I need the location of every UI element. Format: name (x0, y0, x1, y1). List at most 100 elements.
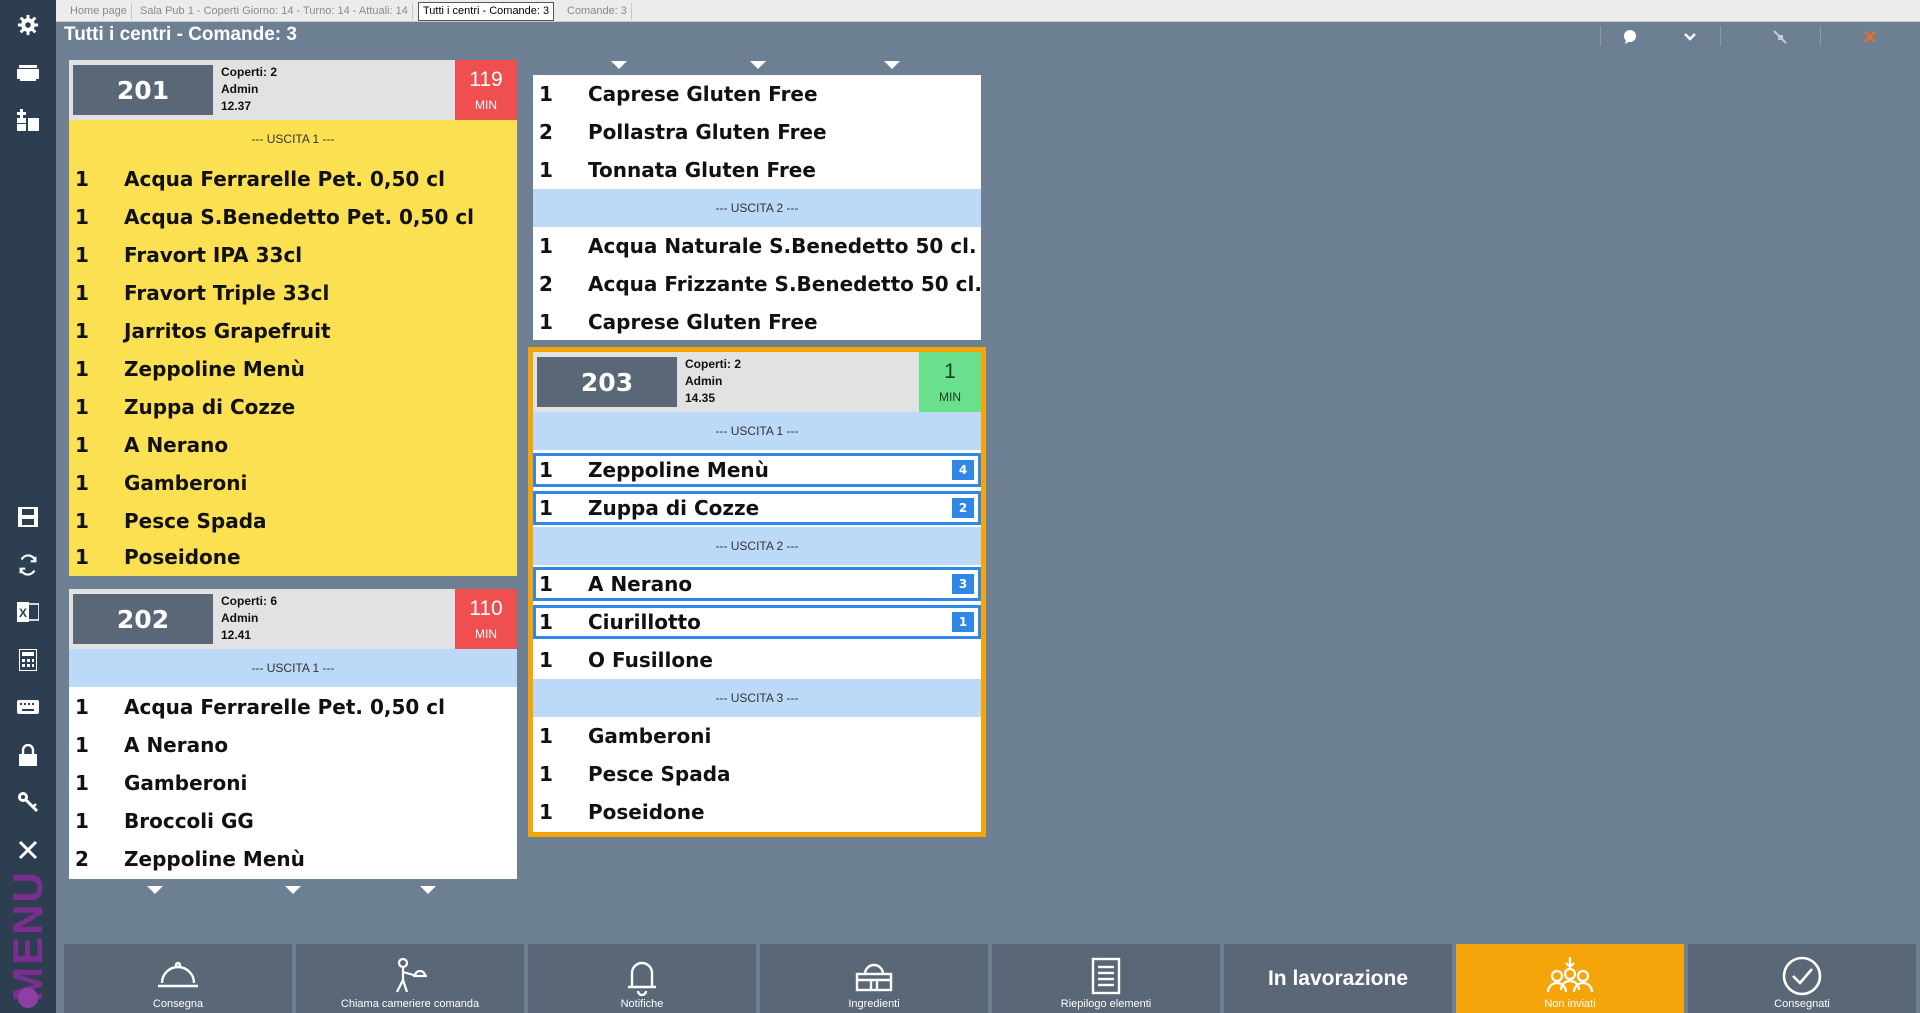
tab-home[interactable]: Home page (66, 3, 132, 20)
ingredienti-button[interactable]: Ingredienti (760, 944, 988, 1013)
ticket-header: 203 Coperti: 2 Admin 14.35 (533, 352, 919, 412)
tab-tutti-i-centri[interactable]: Tutti i centri - Comande: 3 (418, 2, 555, 21)
list-item[interactable]: 1 Caprese Gluten Free (533, 75, 981, 113)
uscita-header: --- USCITA 1 --- (533, 412, 981, 450)
ticket-202-continued[interactable]: 1 Caprese Gluten Free 2 Pollastra Gluten F… (533, 75, 982, 341)
list-item[interactable]: 1 A Nerano (69, 726, 517, 764)
tab-sala-pub[interactable]: Sala Pub 1 - Coperti Giorno: 14 - Turno:… (136, 3, 413, 20)
tab-comande[interactable]: Comande: 3 (563, 3, 632, 20)
item-name: Broccoli GG (124, 809, 254, 833)
list-item[interactable]: 1 Gamberoni (533, 717, 981, 755)
consegnati-button[interactable]: Consegnati (1688, 944, 1916, 1013)
item-name: Zuppa di Cozze (588, 496, 760, 520)
riepilogo-elementi-button[interactable]: Riepilogo elementi (992, 944, 1220, 1013)
list-item[interactable]: 2 Acqua Frizzante S.Benedetto 50 cl. (533, 265, 982, 303)
chevron-down-icon[interactable] (1670, 24, 1710, 50)
item-qty: 1 (75, 509, 89, 533)
item-name: Poseidone (124, 545, 241, 569)
save-icon[interactable] (0, 497, 56, 537)
count-badge: 4 (952, 460, 974, 480)
list-item[interactable]: 1 Pesce Spada (533, 755, 981, 793)
item-qty: 1 (539, 234, 553, 258)
dashboard-add-icon[interactable] (0, 100, 56, 140)
item-qty: 1 (75, 167, 89, 191)
refresh-icon[interactable] (0, 545, 56, 585)
list-item-selected[interactable]: 1 Zuppa di Cozze 2 (533, 491, 981, 525)
item-qty: 1 (75, 433, 89, 457)
item-name: Pesce Spada (588, 762, 731, 786)
scroll-up-arrow-icon[interactable] (611, 61, 627, 69)
list-item[interactable]: 1 Zeppoline Menù (69, 350, 517, 388)
item-qty: 1 (539, 496, 553, 520)
list-item[interactable]: 1 Acqua Ferrarelle Pet. 0,50 cl (69, 160, 517, 198)
chat-icon[interactable] (1610, 24, 1650, 50)
consegna-button[interactable]: Consegna (64, 944, 292, 1013)
list-item[interactable]: 1 Gamberoni (69, 464, 517, 502)
item-qty: 1 (75, 357, 89, 381)
list-item[interactable]: 2 Pollastra Gluten Free (533, 113, 981, 151)
list-item[interactable]: 1 Poseidone (69, 538, 517, 576)
scroll-down-arrow-icon[interactable] (420, 886, 436, 894)
lock-icon[interactable] (0, 735, 56, 775)
item-qty: 1 (75, 243, 89, 267)
button-label: Consegna (152, 998, 204, 1010)
list-item[interactable]: 1 Fravort Triple 33cl (69, 274, 517, 312)
item-name: Acqua Ferrarelle Pet. 0,50 cl (124, 167, 446, 191)
close-window-icon[interactable] (1850, 24, 1890, 50)
item-name: Poseidone (588, 800, 705, 824)
gear-icon[interactable] (0, 5, 56, 45)
list-item[interactable]: 1 Acqua Naturale S.Benedetto 50 cl. (533, 227, 981, 265)
list-item[interactable]: 1 Acqua S.Benedetto Pet. 0,50 cl (69, 198, 517, 236)
scroll-down-arrow-icon[interactable] (285, 886, 301, 894)
list-item-selected[interactable]: 1 Zeppoline Menù 4 (533, 453, 981, 487)
coperti: Coperti: 6 (221, 594, 278, 608)
list-item-selected[interactable]: 1 A Nerano 3 (533, 567, 981, 601)
button-label: Riepilogo elementi (1060, 998, 1152, 1010)
list-item-selected[interactable]: 1 Ciurillotto 1 (533, 605, 981, 639)
uscita-header: --- USCITA 2 --- (533, 189, 981, 227)
ticket-202[interactable]: 202 Coperti: 6 Admin 12.41 110 MIN --- U… (69, 589, 517, 879)
ticket-header: 202 Coperti: 6 Admin 12.41 (69, 589, 455, 649)
ticket-201[interactable]: 201 Coperti: 2 Admin 12.37 119 MIN --- U… (69, 60, 517, 576)
item-qty: 1 (75, 809, 89, 833)
item-qty: 2 (75, 847, 89, 871)
item-qty: 1 (75, 695, 89, 719)
disconnect-icon[interactable] (1760, 24, 1800, 50)
list-item[interactable]: 1 Acqua Ferrarelle Pet. 0,50 cl (69, 688, 517, 726)
calculator-icon[interactable] (0, 640, 56, 680)
list-item[interactable]: 1 Caprese Gluten Free (533, 303, 981, 341)
list-item[interactable]: 2 Zeppoline Menù (69, 840, 517, 878)
notifiche-button[interactable]: Notifiche (528, 944, 756, 1013)
button-label: Ingredienti (848, 998, 900, 1010)
scroll-up-arrow-icon[interactable] (750, 61, 766, 69)
list-item[interactable]: 1 Poseidone (533, 793, 981, 831)
chiama-cameriere-button[interactable]: Chiama cameriere comanda (296, 944, 524, 1013)
people-icon (1545, 954, 1595, 998)
item-qty: 1 (539, 572, 553, 596)
list-item[interactable]: 1 O Fusillone (533, 641, 981, 679)
ticket-203[interactable]: 203 Coperti: 2 Admin 14.35 1 MIN --- USC… (528, 347, 986, 837)
coperti: Coperti: 2 (685, 357, 742, 371)
keyboard-icon[interactable] (0, 687, 56, 727)
table-number: 201 (73, 65, 213, 115)
list-item[interactable]: 1 Pesce Spada (69, 502, 517, 540)
in-lavorazione-button[interactable]: In lavorazione (1224, 944, 1452, 1013)
item-name: O Fusillone (588, 648, 713, 672)
list-item[interactable]: 1 Broccoli GG (69, 802, 517, 840)
scroll-down-arrow-icon[interactable] (147, 886, 163, 894)
menu-label[interactable]: MENU (4, 866, 51, 1006)
list-item[interactable]: 1 Zuppa di Cozze (69, 388, 517, 426)
list-item[interactable]: 1 Gamberoni (69, 764, 517, 802)
key-icon[interactable] (0, 782, 56, 822)
list-item[interactable]: 1 Jarritos Grapefruit (69, 312, 517, 350)
list-item[interactable]: 1 Fravort IPA 33cl (69, 236, 517, 274)
list-item[interactable]: 1 Tonnata Gluten Free (533, 151, 981, 189)
list-item[interactable]: 1 A Nerano (69, 426, 517, 464)
non-inviati-button[interactable]: Non inviati (1456, 944, 1684, 1013)
scroll-up-arrow-icon[interactable] (884, 61, 900, 69)
minutes-value: 110 (469, 596, 503, 620)
screen-icon[interactable] (0, 53, 56, 93)
close-icon[interactable] (0, 830, 56, 870)
excel-icon[interactable]: X (0, 592, 56, 632)
svg-text:X: X (19, 606, 27, 620)
